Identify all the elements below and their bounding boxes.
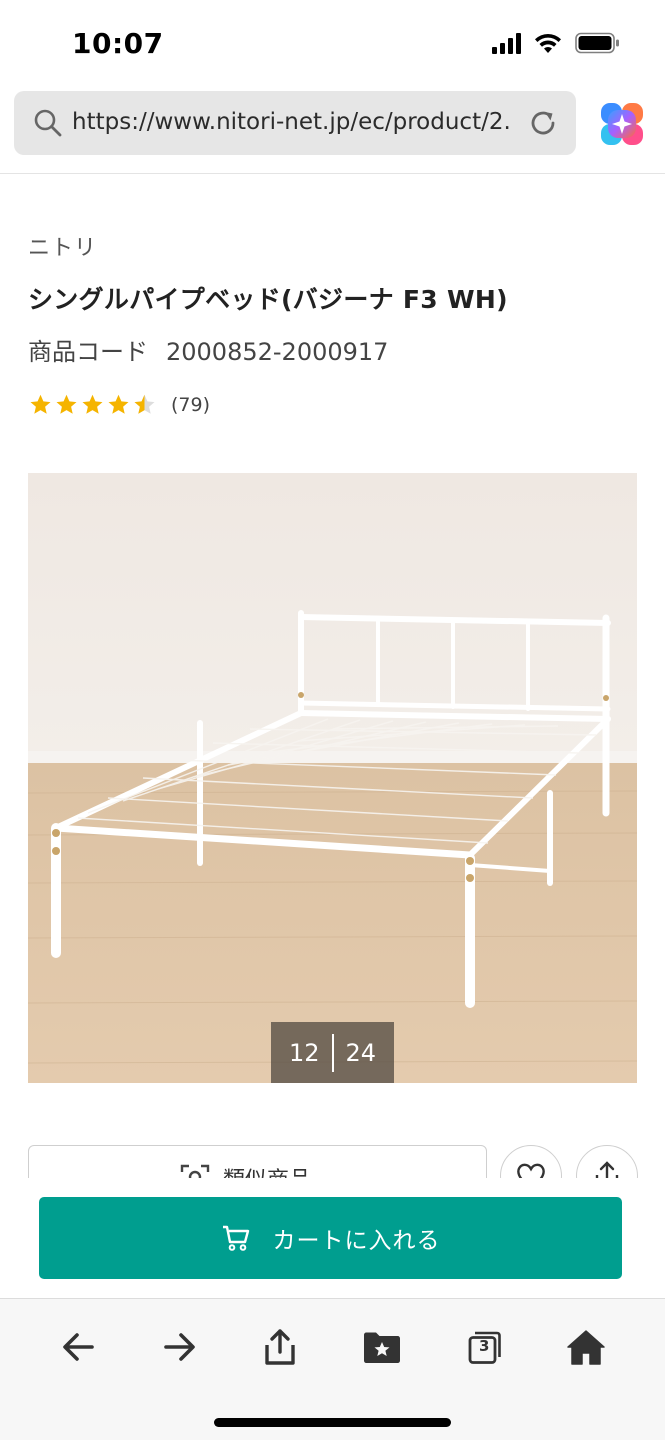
image-counter-current: 12 [288,1038,320,1067]
product-image[interactable]: 12 24 [28,473,637,1083]
product-code-label: 商品コード [28,338,148,366]
rating[interactable]: (79) [28,393,210,417]
address-bar[interactable]: https://www.nitori-net.jp/ec/product/2..… [14,91,576,155]
review-count[interactable]: (79) [171,394,210,416]
image-counter: 12 24 [271,1022,394,1083]
bookmarks-button[interactable] [358,1323,406,1371]
wifi-icon [535,33,561,53]
home-button[interactable] [562,1323,610,1371]
star-icon [30,394,51,414]
url-text[interactable]: https://www.nitori-net.jp/ec/product/2..… [72,109,512,135]
star-icon [108,394,129,414]
image-counter-total: 24 [345,1038,377,1067]
add-to-cart-button[interactable]: カートに入れる [39,1197,622,1279]
battery-icon [575,32,619,54]
home-icon [567,1330,605,1365]
share-page-button[interactable] [256,1323,304,1371]
signal-icon [492,32,521,54]
image-counter-divider [331,1033,334,1072]
tabs-count: 3 [479,1337,490,1355]
star-icon [82,394,103,414]
back-button[interactable] [54,1323,102,1371]
status-time: 10:07 [72,27,164,60]
search-icon [34,109,62,137]
forward-arrow-icon [164,1333,195,1361]
divider [0,173,665,174]
product-code-value: 2000852-2000917 [166,338,389,366]
cart-icon [222,1225,249,1251]
bed-photo [28,473,637,1083]
share-icon [265,1329,295,1365]
product-title: シングルパイプベッド(バジーナ F3 WH) [28,285,508,314]
reload-icon[interactable] [528,108,558,138]
back-arrow-icon [63,1333,94,1361]
tabs-button[interactable]: 3 [461,1323,509,1371]
status-icons [492,32,621,54]
home-indicator [214,1418,451,1427]
add-to-cart-label: カートに入れる [272,1228,441,1254]
product-code: 商品コード 2000852-2000917 [28,332,388,367]
ai-assistant-icon[interactable] [600,102,644,146]
brand-name[interactable]: ニトリ [28,230,97,262]
bookmarks-icon [364,1332,400,1363]
status-bar: 10:07 [0,0,665,88]
forward-button[interactable] [156,1323,204,1371]
rating-stars [28,393,157,417]
half-star-icon [134,394,155,414]
star-icon [56,394,77,414]
